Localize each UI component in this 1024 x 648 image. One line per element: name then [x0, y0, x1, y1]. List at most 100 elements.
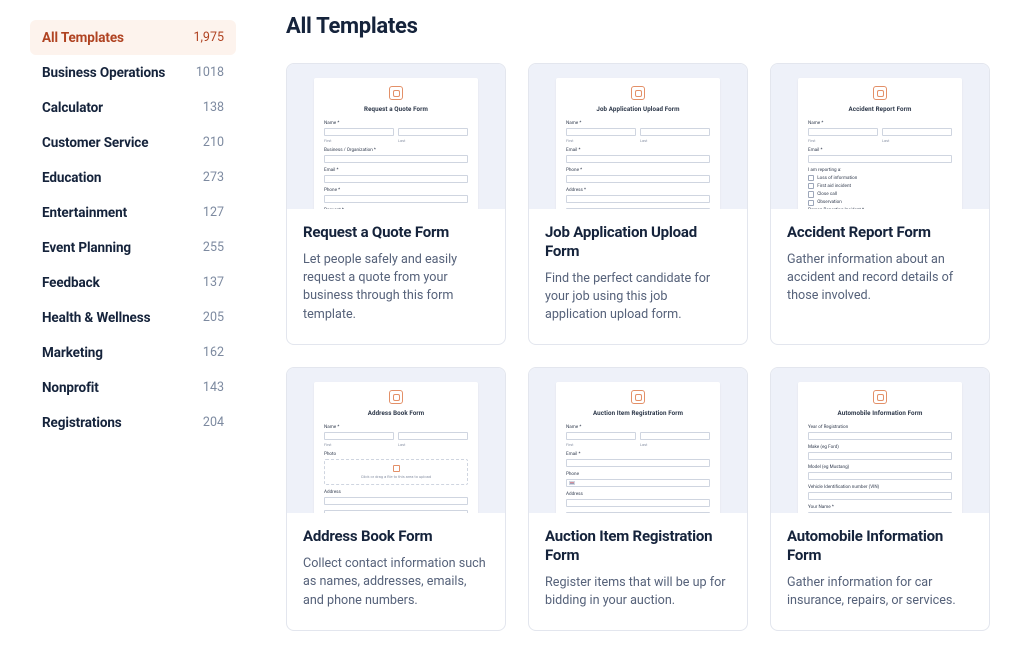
sidebar-item-label: Event Planning — [42, 240, 131, 256]
preview-input — [324, 195, 468, 203]
preview-sheet: Job Application Upload FormName *FirstLa… — [556, 78, 720, 209]
sidebar-item-entertainment[interactable]: Entertainment127 — [30, 195, 236, 230]
preview-field-label: Name * — [808, 121, 952, 126]
template-card[interactable]: Job Application Upload Form Name * FirstLa… — [528, 63, 748, 345]
preview-field-label: Address * — [566, 188, 710, 193]
template-card[interactable]: Request a Quote FormName *FirstLastBusin… — [286, 63, 506, 345]
preview-input — [324, 175, 468, 183]
sidebar-item-feedback[interactable]: Feedback137 — [30, 265, 236, 300]
sidebar-item-count: 138 — [203, 100, 224, 115]
preview-input — [398, 432, 468, 440]
preview-sheet: Auction Item Registration Form Name * Firs… — [556, 382, 720, 513]
sidebar-item-registrations[interactable]: Registrations204 — [30, 405, 236, 440]
sidebar-item-count: 1018 — [196, 65, 224, 80]
preview-input — [808, 432, 952, 440]
preview-sheet: Accident Report FormName *FirstLastEmail… — [798, 78, 962, 209]
preview-field-label: Photo — [324, 452, 468, 457]
template-preview: Request a Quote FormName *FirstLastBusin… — [287, 64, 505, 209]
preview-input — [566, 155, 710, 163]
template-preview: Automobile Information FormYear of Regis… — [771, 368, 989, 513]
sidebar-item-label: Calculator — [42, 100, 103, 116]
preview-sublabel: FirstLast — [324, 442, 468, 447]
preview-input — [882, 128, 952, 136]
preview-sheet: Address Book Form Name * FirstLast Photo Cli… — [314, 382, 478, 513]
preview-input — [808, 452, 952, 460]
sidebar-item-label: Business Operations — [42, 65, 165, 81]
template-preview: Auction Item Registration Form Name * Firs… — [529, 368, 747, 513]
form-icon — [873, 86, 887, 100]
preview-field-label: Email * — [808, 148, 952, 153]
preview-field-label: Vehicle Identification number (VIN) — [808, 485, 952, 490]
preview-field-label: Name * — [566, 425, 710, 430]
preview-field-label: Make (eg Ford) — [808, 445, 952, 450]
sidebar-item-marketing[interactable]: Marketing 162 — [30, 335, 236, 370]
sidebar-item-label: Health & Wellness — [42, 310, 150, 326]
preview-input — [808, 128, 878, 136]
template-card[interactable]: Address Book Form Name * FirstLast Photo Cli… — [286, 367, 506, 631]
preview-field-label: Name * — [566, 121, 710, 126]
preview-upload: Click or drag a file to this area to upl… — [324, 459, 468, 485]
preview-checkbox: First aid incident — [808, 183, 952, 189]
template-preview: Address Book Form Name * FirstLast Photo Cli… — [287, 368, 505, 513]
preview-sheet: Request a Quote FormName *FirstLastBusin… — [314, 78, 478, 209]
template-card[interactable]: Auction Item Registration Form Name * Firs… — [528, 367, 748, 631]
preview-sublabel: FirstLast — [566, 138, 710, 143]
preview-input — [808, 472, 952, 480]
preview-heading: Request a Quote Form — [324, 105, 468, 113]
card-title: Job Application Upload Form — [545, 223, 731, 261]
sidebar-item-nonprofit[interactable]: Nonprofit 143 — [30, 370, 236, 405]
card-title: Auction Item Registration Form — [545, 527, 731, 565]
card-body: Auction Item Registration Form Register i… — [529, 513, 747, 630]
template-card[interactable]: Accident Report FormName *FirstLastEmail… — [770, 63, 990, 345]
preview-sheet: Automobile Information FormYear of Regis… — [798, 382, 962, 513]
sidebar-item-calculator[interactable]: Calculator 138 — [30, 90, 236, 125]
sidebar-item-all-templates[interactable]: All Templates1,975 — [30, 20, 236, 55]
preview-field-label: Name * — [324, 425, 468, 430]
preview-input — [324, 155, 468, 163]
card-title: Request a Quote Form — [303, 223, 489, 242]
preview-heading: Auction Item Registration Form — [566, 409, 710, 417]
preview-sublabel: FirstLast — [566, 442, 710, 447]
card-body: Address Book FormCollect contact informa… — [287, 513, 505, 630]
sidebar-item-customer-service[interactable]: Customer Service210 — [30, 125, 236, 160]
sidebar-item-business-operations[interactable]: Business Operations 1018 — [30, 55, 236, 90]
preview-input — [566, 459, 710, 467]
preview-field-label: Phone * — [324, 188, 468, 193]
sidebar-item-count: 162 — [203, 345, 224, 360]
sidebar-item-label: Marketing — [42, 345, 103, 361]
sidebar-item-count: 143 — [203, 380, 224, 395]
preview-checkbox: Observation — [808, 200, 952, 206]
preview-heading: Address Book Form — [324, 409, 468, 417]
card-description: Register items that will be up for biddi… — [545, 574, 731, 611]
template-card[interactable]: Automobile Information Form Year of Regis… — [770, 367, 990, 631]
sidebar-item-count: 273 — [203, 170, 224, 185]
preview-field-label: Address — [324, 490, 468, 495]
preview-field-label: Email * — [324, 168, 468, 173]
card-description: Gather information for car insurance, re… — [787, 574, 973, 611]
app-root: All Templates1,975 Business Operations 101… — [0, 0, 1024, 648]
card-title: Address Book Form — [303, 527, 489, 546]
card-title: Automobile Information Form — [787, 527, 973, 565]
sidebar-item-event-planning[interactable]: Event Planning255 — [30, 230, 236, 265]
preview-input — [398, 128, 468, 136]
preview-checkbox: Loss of information — [808, 175, 952, 181]
preview-field-label: Address — [566, 492, 710, 497]
sidebar-item-education[interactable]: Education 273 — [30, 160, 236, 195]
preview-input — [324, 497, 468, 505]
sidebar-item-label: Education — [42, 170, 101, 186]
sidebar-item-health-wellness[interactable]: Health & Wellness205 — [30, 300, 236, 335]
preview-field-label: Year of Registration — [808, 425, 952, 430]
form-icon — [631, 86, 645, 100]
card-description: Gather information about an accident and… — [787, 251, 973, 306]
form-icon — [873, 390, 887, 404]
preview-input — [808, 155, 952, 163]
preview-field-label: Phone — [566, 472, 710, 477]
sidebar-item-count: 204 — [203, 415, 224, 430]
sidebar-item-count: 127 — [203, 205, 224, 220]
sidebar-item-label: Nonprofit — [42, 380, 99, 396]
preview-input — [808, 492, 952, 500]
card-body: Job Application Upload FormFind the perf… — [529, 209, 747, 344]
preview-field-label: Email * — [566, 452, 710, 457]
preview-checkbox: Close call — [808, 191, 952, 197]
preview-heading: Accident Report Form — [808, 105, 952, 113]
